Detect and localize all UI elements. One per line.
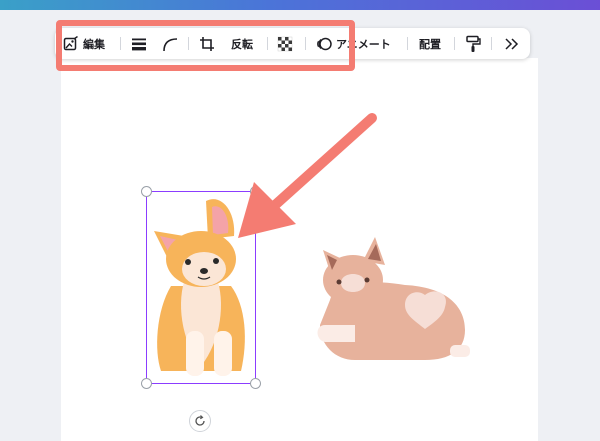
- resize-handle-bottom-right[interactable]: [250, 378, 261, 389]
- transparency-icon: [277, 36, 293, 52]
- transparency-button[interactable]: [277, 28, 293, 59]
- resize-handle-bottom-left[interactable]: [141, 378, 152, 389]
- corner-rounding-button[interactable]: [162, 28, 178, 59]
- toolbar-divider: [407, 37, 408, 50]
- toolbar-divider: [188, 37, 189, 50]
- copy-style-button[interactable]: [465, 28, 481, 59]
- edit-label: 編集: [83, 37, 105, 51]
- toolbar-divider: [305, 37, 306, 50]
- more-options-button[interactable]: [504, 28, 520, 59]
- editor-top-bar: [0, 0, 600, 10]
- corner-rounding-icon: [162, 36, 178, 52]
- rotate-icon: [194, 415, 206, 427]
- position-button[interactable]: 配置: [419, 28, 441, 59]
- double-chevron-right-icon: [504, 36, 520, 52]
- flip-label: 反転: [231, 37, 253, 51]
- edit-image-button[interactable]: 編集: [63, 28, 105, 59]
- toolbar-divider: [120, 37, 121, 50]
- toolbar-divider: [454, 37, 455, 50]
- border-weight-button[interactable]: [131, 28, 147, 59]
- animate-icon: [316, 36, 332, 52]
- paint-roller-icon: [465, 35, 481, 53]
- crop-button[interactable]: [199, 28, 215, 59]
- rotate-button[interactable]: [189, 410, 211, 432]
- annotation-arrow: [230, 110, 380, 250]
- crop-icon: [199, 36, 215, 52]
- border-weight-icon: [131, 36, 147, 52]
- context-toolbar: 編集 反転 アニメート 配置: [55, 28, 530, 59]
- image-edit-icon: [63, 35, 79, 52]
- animate-label: アニメート: [336, 37, 391, 51]
- position-label: 配置: [419, 37, 441, 51]
- animate-button[interactable]: アニメート: [316, 28, 391, 59]
- toolbar-divider: [267, 37, 268, 50]
- flip-button[interactable]: 反転: [231, 28, 253, 59]
- resize-handle-top-left[interactable]: [141, 186, 152, 197]
- toolbar-divider: [491, 37, 492, 50]
